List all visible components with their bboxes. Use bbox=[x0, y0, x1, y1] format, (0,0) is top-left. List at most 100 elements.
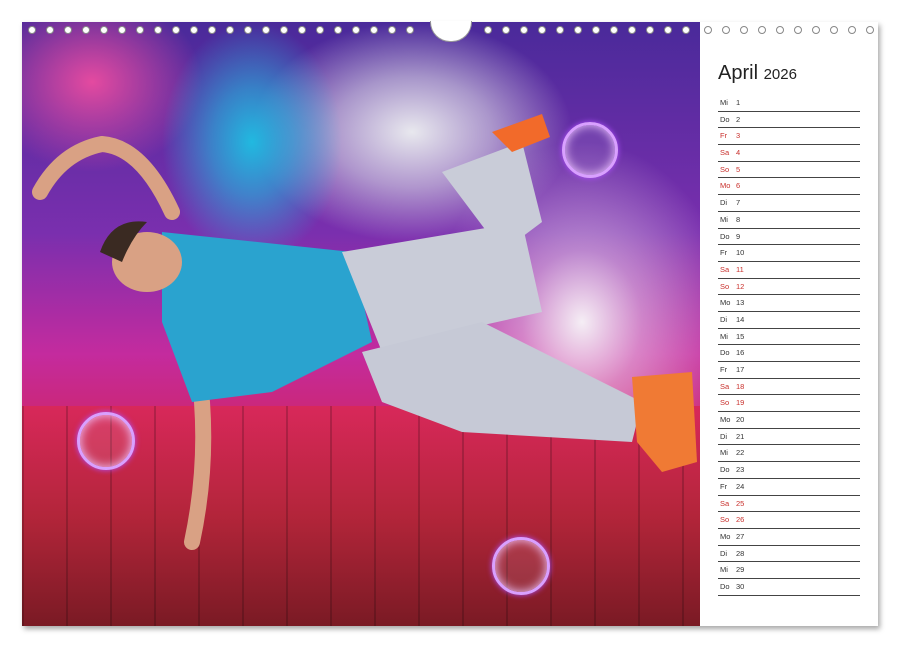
weekday-label: Fr bbox=[720, 248, 728, 258]
day-row: So 19 bbox=[718, 395, 860, 413]
weekday-label: Di bbox=[720, 431, 728, 441]
day-row: Sa 4 bbox=[718, 145, 860, 162]
day-number: 24 bbox=[736, 481, 745, 491]
day-row: Fr 17 bbox=[718, 362, 860, 379]
weekday-label: Mi bbox=[720, 98, 728, 107]
day-row: Di 21 bbox=[718, 429, 860, 446]
day-row: Di 28 bbox=[718, 546, 860, 563]
bubble-left bbox=[77, 412, 135, 470]
day-row: So 12 bbox=[718, 279, 860, 296]
day-row: Mo 13 bbox=[718, 295, 860, 312]
day-number: 21 bbox=[736, 431, 745, 441]
day-number: 29 bbox=[736, 565, 745, 575]
day-number: 15 bbox=[736, 331, 745, 341]
day-row: Di 14 bbox=[718, 312, 860, 329]
weekday-label: Mo bbox=[720, 415, 731, 425]
day-row: Do 9 bbox=[718, 229, 860, 246]
weekday-label: Do bbox=[720, 231, 730, 241]
weekday-label: Di bbox=[720, 548, 728, 558]
bubble-top-right bbox=[562, 122, 618, 178]
day-number: 4 bbox=[736, 148, 741, 158]
day-number: 14 bbox=[736, 314, 745, 324]
weekday-label: Mo bbox=[720, 531, 731, 541]
weekday-label: So bbox=[720, 281, 730, 291]
month-title: April 2026 bbox=[718, 62, 860, 85]
day-row: Fr 24 bbox=[718, 479, 860, 496]
day-number: 3 bbox=[736, 131, 741, 141]
weekday-label: Mi bbox=[720, 214, 728, 224]
day-number: 12 bbox=[736, 281, 745, 291]
weekday-label: Do bbox=[720, 581, 730, 591]
day-row: Mi 29 bbox=[718, 562, 860, 579]
day-row: Mo 20 bbox=[718, 412, 860, 429]
day-number: 9 bbox=[736, 231, 741, 241]
day-number: 8 bbox=[736, 214, 741, 224]
day-row: Mi 1 bbox=[718, 95, 860, 112]
weekday-label: Sa bbox=[720, 264, 730, 274]
day-number: 10 bbox=[736, 248, 745, 258]
day-number: 28 bbox=[736, 548, 745, 558]
weekday-label: Sa bbox=[720, 498, 730, 508]
weekday-label: Fr bbox=[720, 481, 728, 491]
day-number: 11 bbox=[736, 264, 744, 274]
weekday-label: So bbox=[720, 398, 730, 408]
weekday-label: So bbox=[720, 164, 730, 174]
weekday-label: Fr bbox=[720, 131, 728, 141]
day-number: 18 bbox=[736, 381, 745, 391]
day-number: 2 bbox=[736, 114, 741, 124]
weekday-label: Do bbox=[720, 465, 730, 475]
day-row: So 26 bbox=[718, 512, 860, 529]
day-number: 22 bbox=[736, 448, 745, 458]
day-row: Fr 10 bbox=[718, 245, 860, 262]
day-number: 20 bbox=[736, 415, 745, 425]
day-row: Do 2 bbox=[718, 112, 860, 129]
day-number: 26 bbox=[736, 515, 745, 525]
day-row: Di 7 bbox=[718, 195, 860, 212]
day-number: 30 bbox=[736, 581, 745, 591]
day-row: Mi 22 bbox=[718, 445, 860, 463]
day-row: Mo 27 bbox=[718, 529, 860, 546]
day-row: Do 16 bbox=[718, 345, 860, 362]
bubble-bottom bbox=[492, 537, 550, 595]
day-row: Fr 3 bbox=[718, 128, 860, 146]
day-number: 6 bbox=[736, 181, 741, 191]
day-number: 5 bbox=[736, 164, 741, 174]
year: 2026 bbox=[763, 66, 797, 83]
weekday-label: Mo bbox=[720, 298, 731, 308]
dancer-figure bbox=[32, 114, 697, 550]
weekday-label: Sa bbox=[720, 381, 730, 391]
day-number: 25 bbox=[736, 498, 745, 508]
day-row: So 5 bbox=[718, 162, 860, 179]
weekday-label: Do bbox=[720, 114, 730, 124]
weekday-label: Mi bbox=[720, 565, 728, 575]
day-number: 19 bbox=[736, 398, 745, 408]
day-row: Do 30 bbox=[718, 579, 860, 596]
day-number: 17 bbox=[736, 365, 745, 374]
day-row: Mi 15 bbox=[718, 329, 860, 346]
day-number: 27 bbox=[736, 531, 745, 541]
day-number: 7 bbox=[736, 198, 741, 208]
weekday-label: Mi bbox=[720, 331, 728, 341]
month-name: April bbox=[718, 62, 759, 84]
weekday-label: So bbox=[720, 515, 730, 525]
weekday-label: Do bbox=[720, 348, 730, 358]
weekday-label: Fr bbox=[720, 365, 728, 374]
day-row: Sa 11 bbox=[718, 262, 860, 279]
weekday-label: Mi bbox=[720, 448, 728, 458]
day-number: 1 bbox=[736, 98, 741, 107]
day-number: 16 bbox=[736, 348, 745, 358]
day-row: Sa 25 bbox=[718, 496, 860, 513]
day-row: Sa 18 bbox=[718, 379, 860, 396]
day-row: Mo 6 bbox=[718, 178, 860, 196]
day-number: 13 bbox=[736, 298, 745, 308]
calendar-panel: April 2026 Mi 1 Do 2 Fr 3 Sa 4 So 5 Mo 6 Di 7 Mi 8 Do 9 Fr… bbox=[718, 62, 860, 596]
day-list: Mi 1 Do 2 Fr 3 Sa 4 So 5 Mo 6 Di 7 Mi 8 Do 9 Fr 10 Sa 11 So 12 M… bbox=[718, 95, 860, 596]
weekday-label: Mo bbox=[720, 181, 731, 191]
day-number: 23 bbox=[736, 465, 745, 475]
weekday-label: Di bbox=[720, 198, 728, 208]
day-row: Mi 8 bbox=[718, 212, 860, 229]
breakdancer-photo bbox=[22, 22, 700, 626]
weekday-label: Sa bbox=[720, 148, 730, 158]
day-row: Do 23 bbox=[718, 462, 860, 479]
weekday-label: Di bbox=[720, 314, 728, 324]
